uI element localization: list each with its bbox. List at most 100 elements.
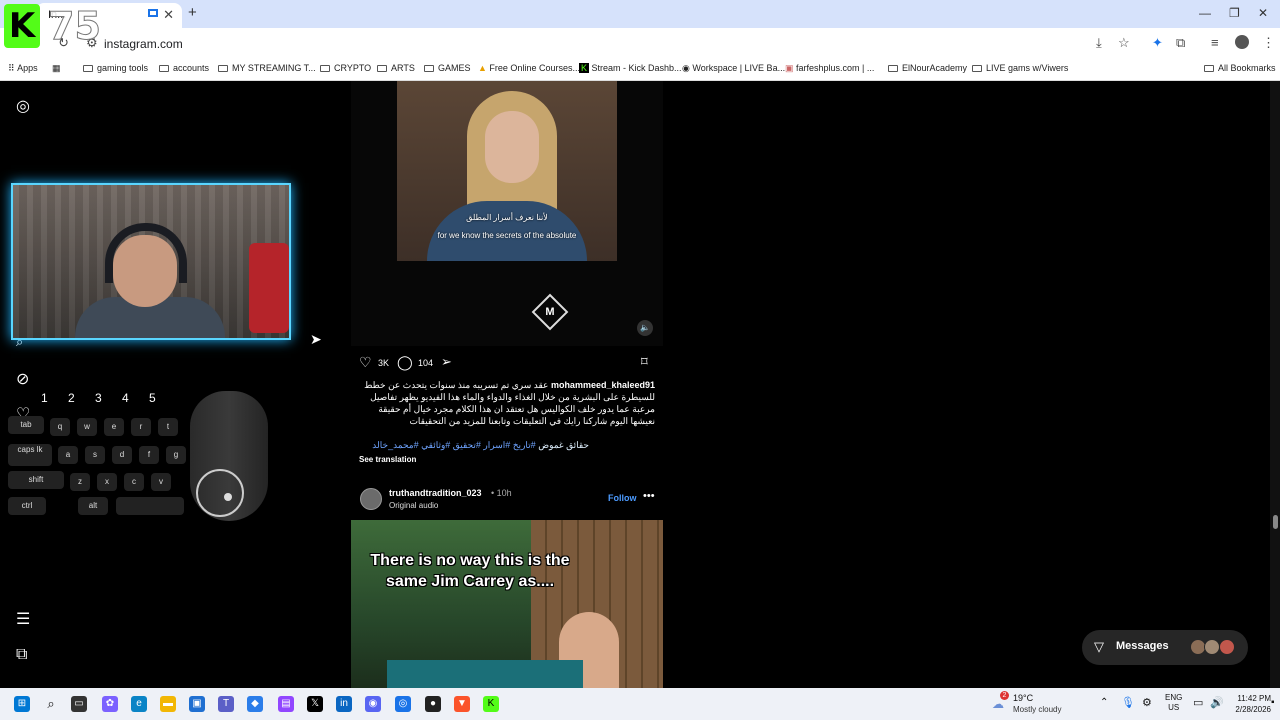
instagram-logo-icon[interactable]: ◎ [16,96,30,116]
key: z [70,473,90,491]
bookmark-folder[interactable]: accounts [159,63,209,73]
key: tab [8,416,44,434]
save-icon[interactable]: ⌑ [641,354,648,370]
copilot-icon[interactable]: ✿ [102,696,118,712]
new-tab-icon[interactable]: + [188,4,197,21]
file-explorer-icon[interactable]: ▬ [160,696,176,712]
comment-icon[interactable]: ◯ [397,354,413,371]
teams-icon[interactable]: T [218,696,234,712]
twitch-icon[interactable]: ▤ [278,696,294,712]
apps-grid-icon: ⠿ [8,63,18,73]
follow-button[interactable]: Follow [608,493,637,503]
bookmark-folder[interactable]: MY STREAMING T... [218,63,316,73]
kick-icon[interactable]: K [483,696,499,712]
more-menu-icon[interactable]: ☰ [16,609,30,629]
close-tab-icon[interactable]: ✕ [163,7,174,23]
watermark-logo: M [531,293,569,331]
bookmark-link[interactable]: ◉ Workspace | LIVE Ba... [682,63,785,74]
microphone-icon[interactable]: 🎙 [1121,696,1135,709]
network-icon[interactable]: ⚙ [1142,696,1152,709]
windows-start-icon[interactable]: ⊞ [14,696,30,712]
key: v [151,473,171,491]
avatar [1204,639,1220,655]
store-icon[interactable]: ▣ [189,696,205,712]
messages-button[interactable]: ▽ Messages [1082,630,1248,665]
like-icon[interactable]: ♡ [359,354,372,371]
bookmark-folder[interactable]: gaming tools [83,63,148,73]
share-icon[interactable]: ➢ [441,354,452,370]
meme-text: There is no way this is the same Jim Car… [370,552,570,590]
chrome-icon[interactable]: ◎ [395,696,411,712]
key: alt [78,497,108,515]
key: x [97,473,117,491]
volume-icon[interactable]: 🔊 [1210,696,1224,709]
see-translation-link[interactable]: See translation [359,455,416,464]
tab-groups-icon[interactable]: ▦ [52,63,61,74]
bookmarks-bar: ⠿ Apps ▦ gaming tools accounts MY STREAM… [0,57,1280,81]
all-bookmarks[interactable]: All Bookmarks [1204,63,1276,73]
post-username[interactable]: truthandtradition_023 [389,488,482,498]
folder-icon [424,65,434,72]
bookmark-folder[interactable]: CRYPTO [320,63,371,73]
bookmark-folder[interactable]: ARTS [377,63,415,73]
site-icon: ▣ [785,63,797,73]
app-icon[interactable]: ◆ [247,696,263,712]
menu-kebab-icon[interactable]: ⋮ [1262,35,1275,51]
edge-icon[interactable]: e [131,696,147,712]
bookmark-link[interactable]: K Stream - Kick Dashb... [579,63,682,73]
subtitle-english: for we know the secrets of the absolute [437,231,577,240]
post-caption: mohammeed_khaleed91 عقد سري تم تسريبه من… [359,379,655,427]
key: shift [8,471,64,489]
kick-badge-overlay: K 75 [4,4,101,49]
media-controls-icon[interactable]: ≡ [1211,35,1219,50]
minimize-icon[interactable]: — [1199,6,1211,20]
task-view-icon[interactable]: ▭ [71,696,87,712]
display-icon[interactable]: ▭ [1193,696,1203,709]
bookmark-link[interactable]: ▲ Free Online Courses... [478,63,580,73]
folder-icon [320,65,330,72]
brave-icon[interactable]: ▼ [454,696,470,712]
webcam-overlay [11,183,291,340]
install-icon[interactable]: ⤓ [1096,35,1102,51]
linkedin-icon[interactable]: in [336,696,352,712]
extensions-puzzle-icon[interactable]: ⧉ [1176,35,1185,51]
chevron-up-icon[interactable]: ⌃ [1100,697,1108,708]
discord-icon[interactable]: ◉ [365,696,381,712]
extension-icon[interactable]: ✦ [1152,35,1163,51]
address-bar[interactable]: instagram.com [104,37,183,51]
system-clock[interactable]: 11:42 PM 2/28/2026 [1225,693,1271,715]
search-icon[interactable]: ⌕ [43,696,59,712]
mute-icon[interactable]: 🔈 [637,320,653,336]
post-video[interactable]: لأننا نعرف أسرار المطلق for we know the … [351,81,663,346]
folder-icon [1204,65,1214,72]
tab-strip: In... ✕ + — ❐ ✕ [0,0,1280,28]
explore-icon[interactable]: ⊘ [16,369,29,389]
x-icon[interactable]: 𝕏 [307,696,323,712]
post-audio[interactable]: Original audio [389,501,438,510]
page-scrollbar[interactable] [1270,81,1280,688]
meta-apps-icon[interactable]: ⧉ [16,646,27,664]
notification-icon[interactable]: ▪ [1271,697,1275,708]
folder-icon [888,65,898,72]
bookmark-apps[interactable]: ⠿ Apps [8,63,38,74]
weather-desc[interactable]: Mostly cloudy [1013,705,1061,714]
obs-icon[interactable]: ● [425,696,441,712]
profile-avatar[interactable] [1235,35,1249,49]
like-count: 3K [378,358,390,368]
language-indicator[interactable]: ENG US [1165,693,1182,713]
bookmark-folder[interactable]: GAMES [424,63,471,73]
hashtag-links[interactable]: #تاريخ #اسرار #تحقيق #وثائقي #محمد_خالد [372,440,535,450]
avatar[interactable] [360,488,382,510]
bookmark-folder[interactable]: ElNourAcademy [888,63,967,73]
restore-icon[interactable]: ❐ [1229,6,1240,20]
close-window-icon[interactable]: ✕ [1258,6,1268,20]
bookmark-folder[interactable]: LIVE gams w/Viwers [972,63,1068,73]
site-icon: ◉ [682,63,693,73]
key: f [139,446,159,464]
post-image[interactable]: There is no way this is the same Jim Car… [351,520,663,688]
bookmark-star-icon[interactable]: ☆ [1118,35,1130,51]
weather-temp[interactable]: 19°C [1013,693,1033,703]
caption-username[interactable]: mohammeed_khaleed91 [551,380,655,390]
more-options-icon[interactable]: ••• [643,490,655,502]
bookmark-link[interactable]: ▣ farfeshplus.com | ... [785,63,874,74]
